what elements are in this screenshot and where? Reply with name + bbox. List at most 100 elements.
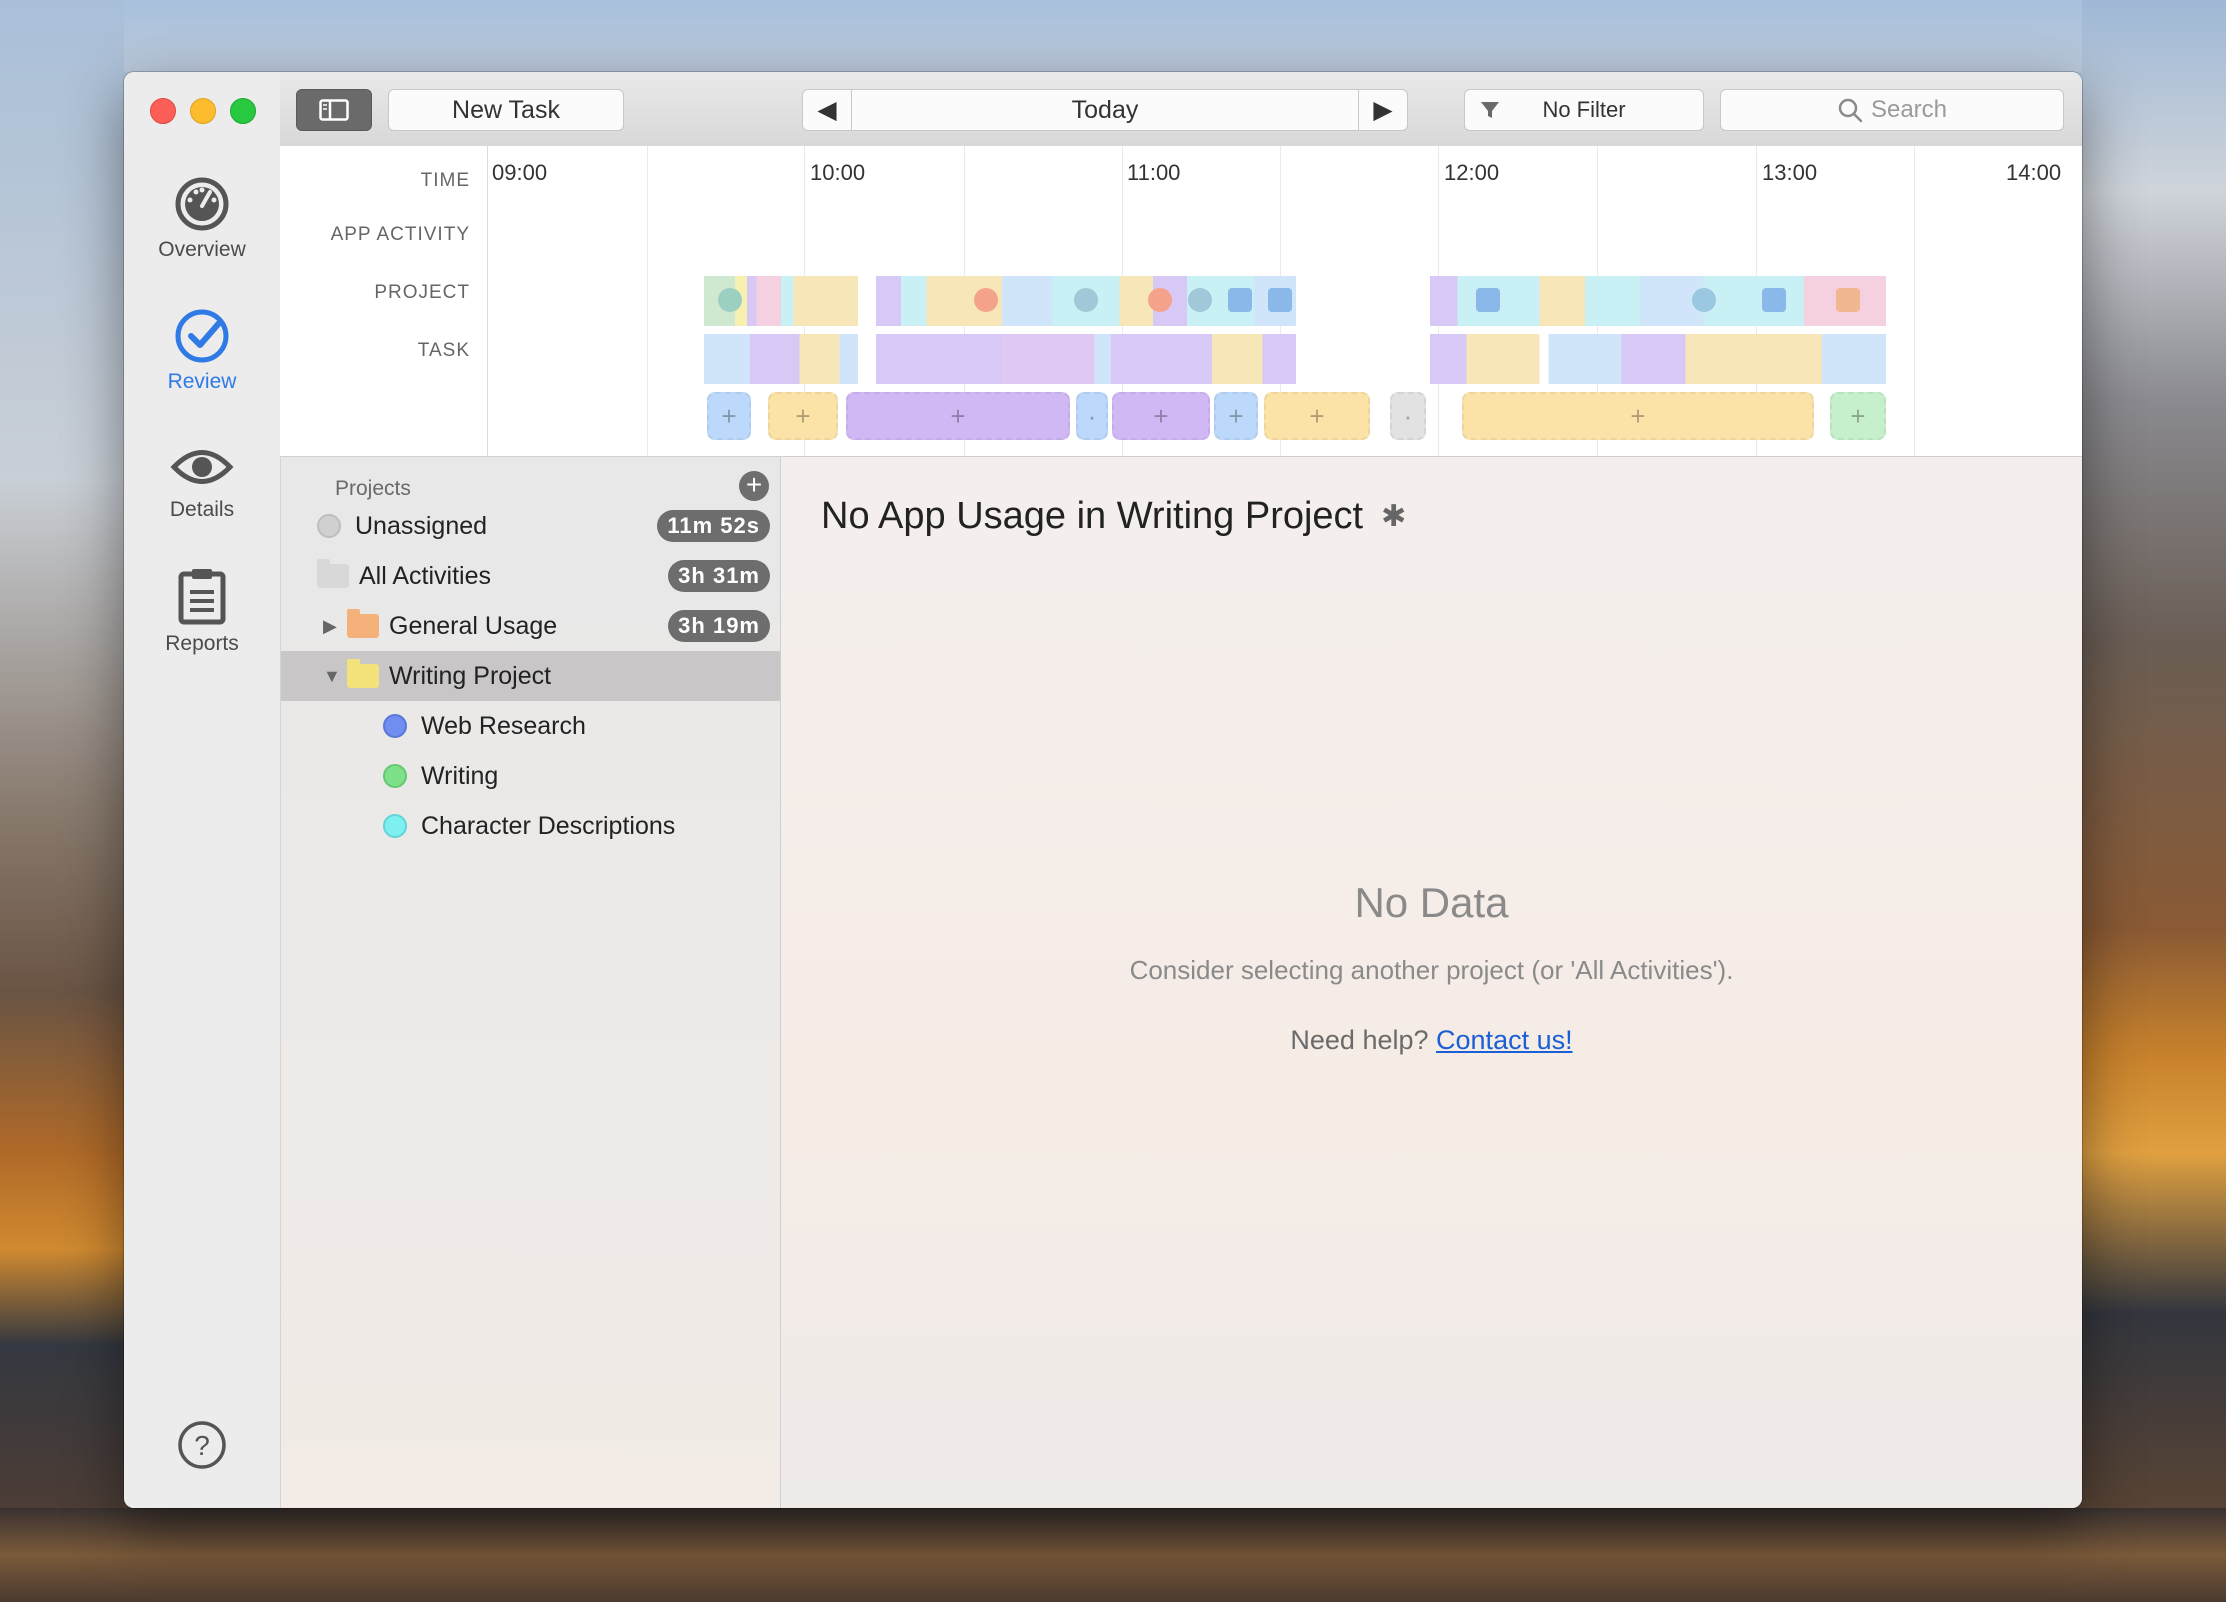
time-tick: 09:00	[492, 160, 548, 185]
task-block[interactable]: +	[1462, 392, 1814, 440]
close-window-button[interactable]	[150, 98, 176, 124]
gridline	[647, 146, 648, 456]
project-row-all-activities[interactable]: All Activities 3h 31m	[281, 551, 780, 601]
desktop-wallpaper-left	[0, 0, 124, 1602]
duration-badge: 3h 31m	[668, 560, 770, 592]
minimize-window-button[interactable]	[190, 98, 216, 124]
task-block[interactable]: ·	[1390, 392, 1426, 440]
filter-label: No Filter	[1542, 97, 1626, 122]
project-row-writing[interactable]: Writing	[281, 751, 780, 801]
project-segment[interactable]	[1430, 334, 1886, 384]
folder-icon	[347, 609, 379, 638]
app-icon	[1228, 288, 1252, 312]
app-activity-segment[interactable]	[704, 276, 858, 326]
nav-details[interactable]: Details	[124, 442, 280, 522]
nav-review[interactable]: Review	[124, 308, 280, 394]
gauge-icon	[175, 177, 229, 231]
time-tick: 10:00	[810, 160, 866, 185]
duration-badge: 3h 19m	[668, 610, 770, 642]
task-block[interactable]: +	[768, 392, 838, 440]
app-activity-segment[interactable]	[876, 276, 1296, 326]
empty-state-title: No Data	[1354, 879, 1509, 926]
toolbar: New Task ◀ Today ▶ No Filter Search	[280, 72, 2082, 147]
nav-reports-label: Reports	[165, 632, 239, 655]
nav-rail: Overview Review Details Reports ?	[124, 72, 281, 1508]
triangle-left-icon: ◀	[817, 96, 837, 124]
app-icon	[1074, 288, 1098, 312]
duration-badge: 11m 52s	[657, 510, 770, 542]
project-row-web-research[interactable]: Web Research	[281, 701, 780, 751]
app-icon	[1762, 288, 1786, 312]
project-label: Character Descriptions	[421, 811, 676, 840]
help-prefix: Need help?	[1290, 1025, 1429, 1055]
app-icon	[1692, 288, 1716, 312]
task-block[interactable]: +	[1264, 392, 1370, 440]
empty-state-subtitle: Consider selecting another project (or '…	[1129, 955, 1734, 985]
eye-icon	[170, 450, 234, 484]
app-window: Overview Review Details Reports ? New Ta…	[124, 72, 2082, 1508]
toggle-sidebar-button[interactable]	[296, 89, 372, 131]
search-icon	[1838, 98, 1863, 123]
project-label: General Usage	[389, 611, 558, 640]
nav-details-label: Details	[169, 498, 235, 521]
app-icon	[974, 288, 998, 312]
project-label: Unassigned	[355, 511, 488, 540]
help-button[interactable]: ?	[124, 1420, 280, 1476]
add-project-button[interactable]: +	[739, 471, 769, 501]
project-row-unassigned[interactable]: Unassigned 11m 52s	[281, 501, 780, 551]
nav-reports[interactable]: Reports	[124, 566, 280, 656]
project-row-writing-project[interactable]: ▼ Writing Project	[281, 651, 780, 701]
app-icon	[1836, 288, 1860, 312]
projects-sidebar: Projects + Unassigned 11m 52s All Activi…	[281, 457, 781, 1508]
app-icon	[718, 288, 742, 312]
project-label: Writing	[421, 761, 499, 790]
funnel-icon	[1481, 102, 1499, 118]
sidebar-icon	[319, 99, 349, 121]
next-day-button[interactable]: ▶	[1358, 89, 1408, 131]
project-color-dot	[383, 764, 407, 788]
gridline	[1914, 146, 1915, 456]
project-color-dot	[383, 814, 407, 838]
new-task-button[interactable]: New Task	[388, 89, 624, 131]
task-row-label: TASK	[417, 340, 470, 361]
date-picker-button[interactable]: Today	[851, 89, 1359, 131]
filter-button[interactable]: No Filter	[1464, 89, 1704, 131]
time-tick: 11:00	[1127, 160, 1181, 185]
app-activity-segment[interactable]	[1430, 276, 1886, 326]
app-icon	[1268, 288, 1292, 312]
project-segment[interactable]	[876, 334, 1296, 384]
task-block[interactable]: +	[1214, 392, 1258, 440]
project-row-general-usage[interactable]: ▶ General Usage 3h 19m	[281, 601, 780, 651]
timeline[interactable]: TIME APP ACTIVITY PROJECT TASK 09:00 10:…	[280, 146, 2082, 457]
folder-icon	[317, 559, 349, 588]
task-block[interactable]: +	[1830, 392, 1886, 440]
contact-us-link[interactable]: Contact us!	[1436, 1025, 1573, 1055]
projects-header: Projects	[335, 477, 411, 500]
help-icon: ?	[178, 1421, 226, 1469]
task-block[interactable]: +	[707, 392, 751, 440]
task-block[interactable]: +	[1112, 392, 1210, 440]
project-row-character-descriptions[interactable]: Character Descriptions	[281, 801, 780, 851]
desktop-wallpaper-top	[0, 0, 2226, 72]
project-segment[interactable]	[704, 334, 858, 384]
disclosure-triangle-icon[interactable]: ▶	[323, 616, 337, 637]
folder-icon	[347, 659, 379, 688]
project-row-label: PROJECT	[374, 282, 470, 303]
help-line: Need help? Contact us!	[781, 1025, 2082, 1056]
gear-icon[interactable]: ✱	[1381, 499, 1406, 534]
app-icon	[1476, 288, 1500, 312]
time-row-label: TIME	[420, 170, 470, 191]
project-label: Web Research	[421, 711, 586, 740]
zoom-window-button[interactable]	[230, 98, 256, 124]
disclosure-triangle-icon[interactable]: ▼	[323, 666, 341, 687]
time-tick: 14:00	[2006, 160, 2062, 185]
search-field[interactable]: Search	[1720, 89, 2064, 131]
previous-day-button[interactable]: ◀	[802, 89, 852, 131]
main-pane: No App Usage in Writing Project ✱ No Dat…	[781, 457, 2082, 1508]
desktop-wallpaper-right	[2082, 0, 2226, 1602]
task-block[interactable]: ·	[1076, 392, 1108, 440]
search-placeholder: Search	[1870, 96, 1948, 123]
task-block[interactable]: +	[846, 392, 1070, 440]
nav-overview[interactable]: Overview	[124, 176, 280, 262]
time-tick: 13:00	[1762, 160, 1818, 185]
